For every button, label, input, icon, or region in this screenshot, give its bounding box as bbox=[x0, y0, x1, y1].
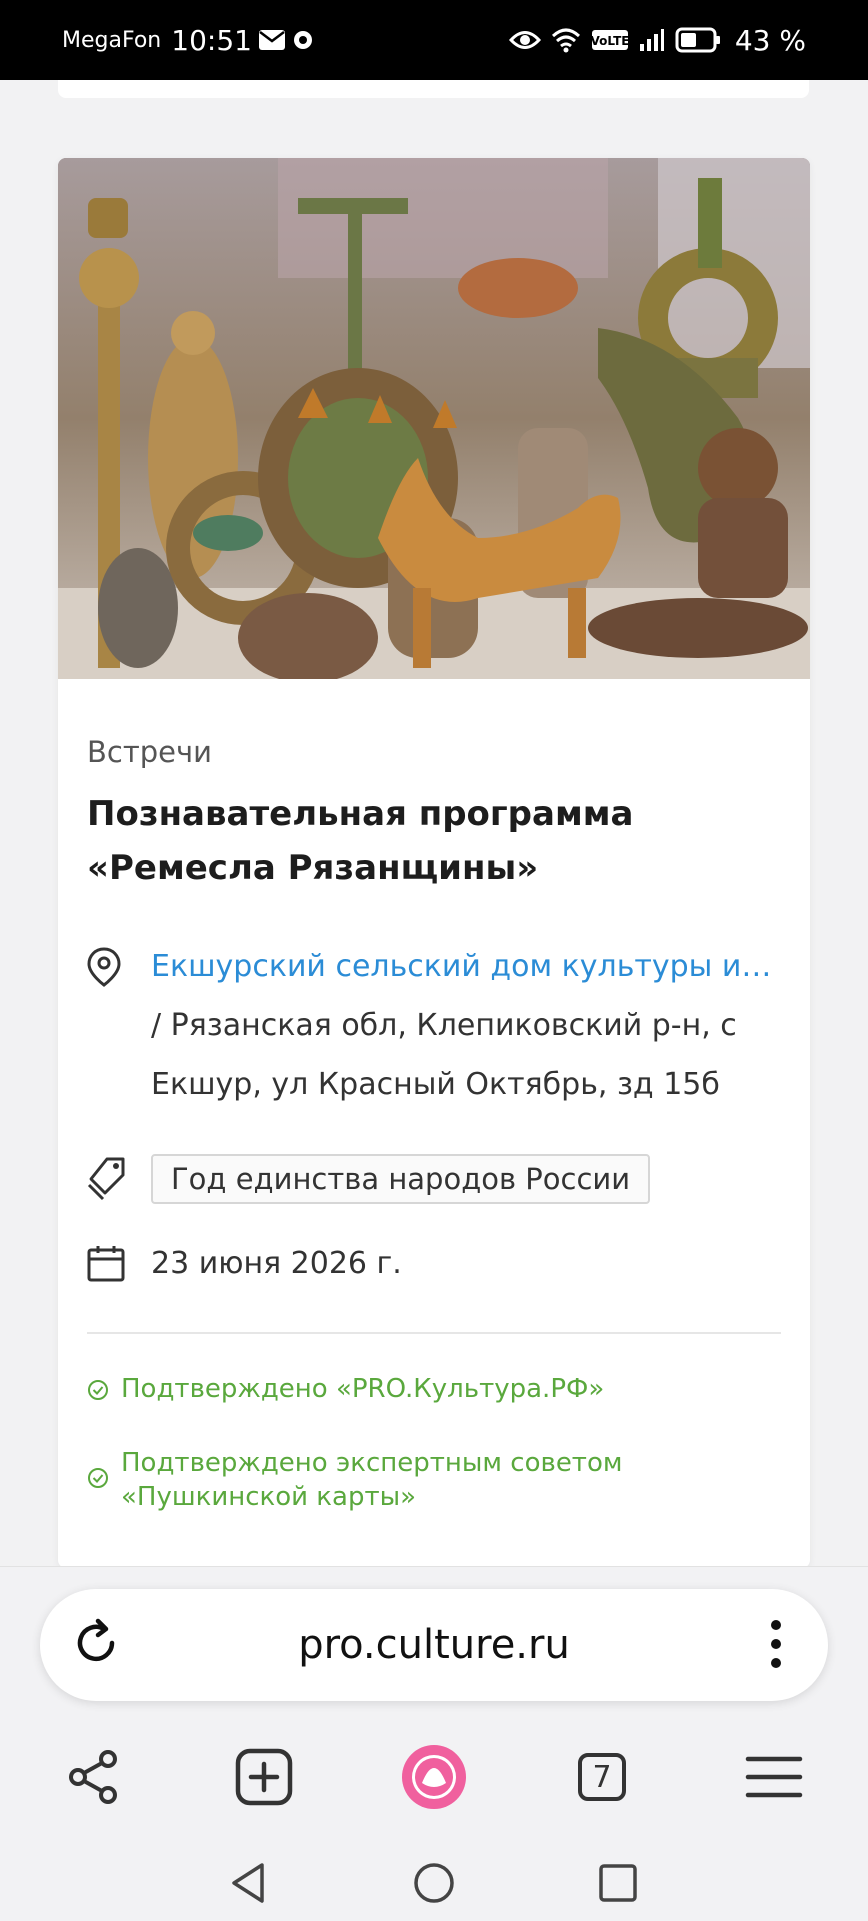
browser-toolbar: 7 bbox=[0, 1737, 868, 1837]
url-text[interactable]: pro.culture.ru bbox=[40, 1622, 828, 1668]
tag-icon bbox=[87, 1157, 151, 1201]
status-bar: MegaFon 10:51 VoLTE 43 % bbox=[0, 0, 868, 80]
eye-icon bbox=[508, 29, 541, 51]
share-icon[interactable] bbox=[54, 1737, 134, 1817]
verified-text: Подтверждено экспертным советом «Пушкинс… bbox=[121, 1448, 623, 1512]
event-title[interactable]: Познавательная программа «Ремесла Рязанщ… bbox=[87, 787, 781, 895]
hamburger-menu-icon[interactable] bbox=[734, 1737, 814, 1817]
signal-icon bbox=[639, 28, 665, 52]
place-row: Екшурский сельский дом культуры им. М...… bbox=[87, 937, 781, 1114]
verified-pro-culture: Подтверждено «PRO.Культура.РФ» bbox=[87, 1372, 781, 1410]
home-icon[interactable] bbox=[404, 1853, 464, 1913]
verified-text: Подтверждено «PRO.Культура.РФ» bbox=[121, 1374, 605, 1404]
event-tag[interactable]: Год единства народов России bbox=[151, 1154, 651, 1204]
calendar-icon bbox=[87, 1244, 151, 1282]
address-bar[interactable]: pro.culture.ru bbox=[40, 1589, 828, 1701]
tabs-count: 7 bbox=[578, 1753, 626, 1801]
more-vertical-icon[interactable] bbox=[770, 1619, 782, 1673]
tag-row: Год единства народов России bbox=[87, 1154, 781, 1204]
volte-icon: VoLTE bbox=[591, 28, 629, 52]
location-pin-icon bbox=[87, 937, 151, 987]
system-nav-bar bbox=[0, 1843, 868, 1921]
date-row: 23 июня 2026 г. bbox=[87, 1244, 781, 1282]
wifi-icon bbox=[551, 27, 581, 53]
ceramics-photo bbox=[58, 158, 810, 679]
alice-assistant-icon[interactable] bbox=[394, 1737, 474, 1817]
tabs-switcher[interactable]: 7 bbox=[562, 1737, 642, 1817]
chat-bubble-icon bbox=[292, 29, 314, 51]
check-circle-icon bbox=[87, 1446, 121, 1498]
battery-percent: 43 % bbox=[734, 23, 806, 57]
mail-icon bbox=[258, 29, 286, 51]
divider bbox=[87, 1332, 781, 1334]
back-icon[interactable] bbox=[218, 1853, 278, 1913]
verified-pushkin-card: Подтверждено экспертным советом «Пушкинс… bbox=[87, 1446, 781, 1514]
battery-icon bbox=[675, 27, 721, 53]
reload-icon[interactable] bbox=[70, 1617, 122, 1673]
check-circle-icon bbox=[87, 1372, 121, 1410]
recents-icon[interactable] bbox=[588, 1853, 648, 1913]
event-category: Встречи bbox=[87, 735, 212, 769]
event-image[interactable] bbox=[58, 158, 810, 679]
carrier-name: MegaFon bbox=[62, 27, 162, 53]
svg-text:VoLTE: VoLTE bbox=[591, 34, 629, 48]
clock: 10:51 bbox=[171, 23, 252, 57]
event-card[interactable]: Встречи Познавательная программа «Ремесл… bbox=[58, 158, 810, 1568]
previous-card[interactable] bbox=[58, 80, 809, 98]
place-address: / Рязанская обл, Клепиковский р-н, с Екш… bbox=[151, 1008, 737, 1102]
event-date: 23 июня 2026 г. bbox=[151, 1245, 402, 1281]
place-link[interactable]: Екшурский сельский дом культуры им. М... bbox=[151, 937, 781, 996]
new-tab-icon[interactable] bbox=[224, 1737, 304, 1817]
browser-bottom-bar: pro.culture.ru 7 bbox=[0, 1566, 868, 1921]
